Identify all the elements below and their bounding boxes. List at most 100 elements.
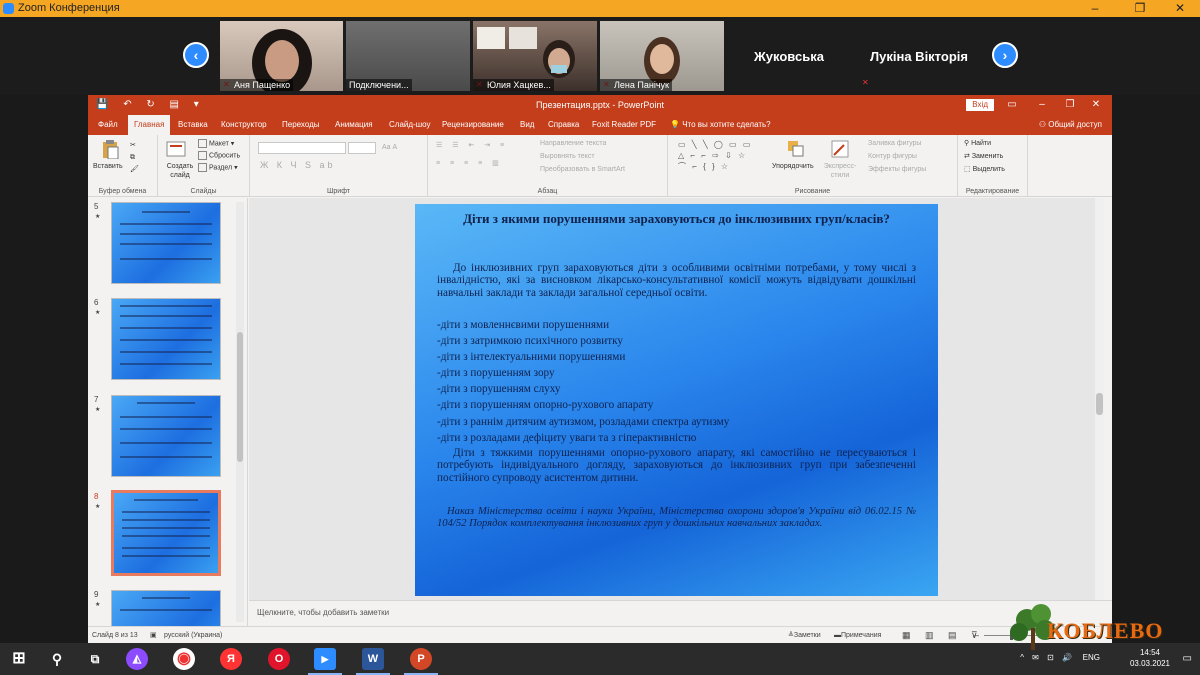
animation-star-icon: ★ <box>95 310 101 316</box>
new-slide-button[interactable]: Создать слайд <box>162 162 198 180</box>
font-name-input[interactable] <box>258 142 346 154</box>
tab-animations[interactable]: Анимация <box>335 115 373 135</box>
thumb-line <box>120 351 212 353</box>
thumb-line <box>120 416 212 418</box>
participant-tile[interactable]: ✕ Лена Панічук <box>600 21 724 91</box>
editor-scrollbar[interactable] <box>1095 198 1104 600</box>
select-icon: ⬚ <box>964 166 973 173</box>
tab-review[interactable]: Рецензирование <box>442 115 504 135</box>
tab-design[interactable]: Конструктор <box>221 115 267 135</box>
thumbnails-scrollbar[interactable] <box>236 202 244 622</box>
shape-outline-button[interactable]: Контур фигуры <box>868 152 917 161</box>
prev-participants-button[interactable]: ‹ <box>183 42 209 68</box>
arrange-button[interactable]: Упорядочить <box>772 162 814 171</box>
thumb-number: 5 <box>94 202 99 211</box>
participant-tile[interactable]: ✕ Аня Пащенко <box>220 21 343 91</box>
word-app-icon[interactable]: W <box>362 648 384 670</box>
replace-button[interactable]: ⇄ Заменить <box>964 152 1003 161</box>
tab-home[interactable]: Главная <box>128 115 171 135</box>
thumb-line <box>122 547 210 549</box>
participant-strip: ‹ ✕ Аня Пащенко Подключени... ✕ Юлия Хац… <box>0 17 1200 95</box>
view-buttons[interactable]: ▦ ▥ ▤ ⊽ <box>902 627 984 644</box>
slide-thumbnail[interactable] <box>111 202 221 284</box>
format-painter-icon[interactable]: 🖌 <box>130 165 139 174</box>
tab-file[interactable]: Файл <box>98 115 118 135</box>
scrollbar-thumb[interactable] <box>237 332 243 462</box>
layout-button[interactable]: Макет ▾ <box>198 139 234 148</box>
participant-name: Аня Пащенко <box>220 79 294 91</box>
tab-insert[interactable]: Вставка <box>178 115 208 135</box>
list-buttons[interactable]: ☰ ☰ ⇤ ⇥ ≡ <box>436 141 508 150</box>
slide-intro-paragraph: До інклюзивних груп зараховуються діти з… <box>437 262 916 299</box>
slide-thumbnail[interactable] <box>111 298 221 380</box>
find-button[interactable]: ⚲ Найти <box>964 139 991 148</box>
share-button[interactable]: ⚇ Общий доступ <box>1039 115 1102 135</box>
ppt-maximize-button[interactable]: ❐ <box>1058 95 1082 115</box>
layout-icon <box>198 139 207 148</box>
maximize-button[interactable]: ❐ <box>1125 0 1155 17</box>
font-size-input[interactable] <box>348 142 376 154</box>
font-size-buttons[interactable]: Aa А <box>382 143 397 152</box>
thumb-line <box>120 258 212 260</box>
thumb-line <box>120 327 212 329</box>
tab-foxit[interactable]: Foxit Reader PDF <box>592 115 656 135</box>
notes-toggle[interactable]: ≜ Заметки <box>788 627 821 644</box>
smartart-button[interactable]: Преобразовать в SmartArt <box>540 165 625 174</box>
participant-tile[interactable]: ✕ Юлия Хацкев... <box>473 21 597 91</box>
align-buttons[interactable]: ≡ ≡ ≡ ≡ ▥ <box>436 159 503 168</box>
quick-styles-button[interactable]: Экспресс-стили <box>820 162 860 180</box>
ppt-close-button[interactable]: ✕ <box>1084 95 1108 115</box>
tell-me-search[interactable]: 💡 Что вы хотите сделать? <box>670 115 771 135</box>
language-indicator[interactable]: русский (Украина) <box>164 627 222 644</box>
powerpoint-app-icon[interactable]: P <box>410 648 432 670</box>
participant-tile[interactable]: Жуковська <box>727 21 851 91</box>
current-slide[interactable]: Діти з якими порушеннями зараховуються д… <box>415 204 938 596</box>
scrollbar-thumb[interactable] <box>1096 393 1103 415</box>
slide-thumbnail[interactable] <box>111 590 221 626</box>
copy-icon[interactable]: ⧉ <box>130 153 135 162</box>
sign-in-button[interactable]: Вхід <box>966 99 994 111</box>
comments-toggle[interactable]: ▬ Примечания <box>834 627 881 644</box>
windows-start-icon[interactable]: ⊞ <box>8 648 30 670</box>
select-button[interactable]: ⬚ Выделить <box>964 165 1005 174</box>
shape-fill-button[interactable]: Заливка фигуры <box>868 139 921 148</box>
shapes-gallery[interactable]: ▭ ╲ ╲ ◯ ▭ ▭ △ ⌐ ⌐ ⇨ ⇩ ☆ ⌒ ⌐ { } ☆ <box>678 139 758 172</box>
reset-button[interactable]: Сбросить <box>198 151 240 160</box>
section-button[interactable]: Раздел ▾ <box>198 163 238 172</box>
screen: Zoom Конференция – ❐ ✕ ‹ ✕ Аня Пащенко П… <box>0 0 1200 675</box>
notes-pane[interactable]: Щелкните, чтобы добавить заметки <box>249 600 1112 626</box>
align-text-button[interactable]: Выровнять текст <box>540 152 595 161</box>
opera-app-icon[interactable]: O <box>268 648 290 670</box>
yandex-app-icon[interactable]: Я <box>220 648 242 670</box>
font-format-buttons[interactable]: Ж К Ч S аb <box>260 161 336 170</box>
zoom-app-icon[interactable]: ▶ <box>314 648 336 670</box>
alice-app-icon[interactable]: ◭ <box>126 648 148 670</box>
tab-transitions[interactable]: Переходы <box>282 115 320 135</box>
ribbon-display-button[interactable]: ▭ <box>1000 95 1024 115</box>
animation-star-icon: ★ <box>95 214 101 220</box>
tab-help[interactable]: Справка <box>548 115 579 135</box>
thumb-line <box>122 511 210 513</box>
thumb-number: 8 <box>94 492 99 501</box>
shape-effects-button[interactable]: Эффекты фигуры <box>868 165 926 174</box>
task-view-icon[interactable]: ⧉ <box>84 648 106 670</box>
ppt-minimize-button[interactable]: – <box>1030 95 1054 115</box>
spellcheck-icon[interactable]: ▣ <box>150 627 157 644</box>
paste-button[interactable]: Вставить <box>93 162 123 171</box>
zoom-out-button[interactable]: – <box>974 627 979 644</box>
text-direction-button[interactable]: Направление текста <box>540 139 606 148</box>
slide-thumbnail-selected[interactable] <box>111 490 221 576</box>
tab-slideshow[interactable]: Слайд-шоу <box>389 115 430 135</box>
chrome-app-icon[interactable]: ◉ <box>173 648 195 670</box>
next-participants-button[interactable]: › <box>992 42 1018 68</box>
close-button[interactable]: ✕ <box>1165 0 1195 17</box>
participant-tile[interactable]: Лукіна Вікторія ✕ <box>854 21 984 91</box>
search-icon[interactable]: ⚲ <box>46 648 68 670</box>
cut-icon[interactable]: ✂ <box>130 141 136 150</box>
participant-tile[interactable]: Подключени... <box>346 21 470 91</box>
tab-view[interactable]: Вид <box>520 115 534 135</box>
quick-access-toolbar[interactable]: 💾 ↶ ↻ ▤ ▾ <box>96 95 205 115</box>
slide-thumbnail[interactable] <box>111 395 221 477</box>
minimize-button[interactable]: – <box>1080 0 1110 17</box>
list-item: -діти з порушенням зору <box>437 367 555 380</box>
